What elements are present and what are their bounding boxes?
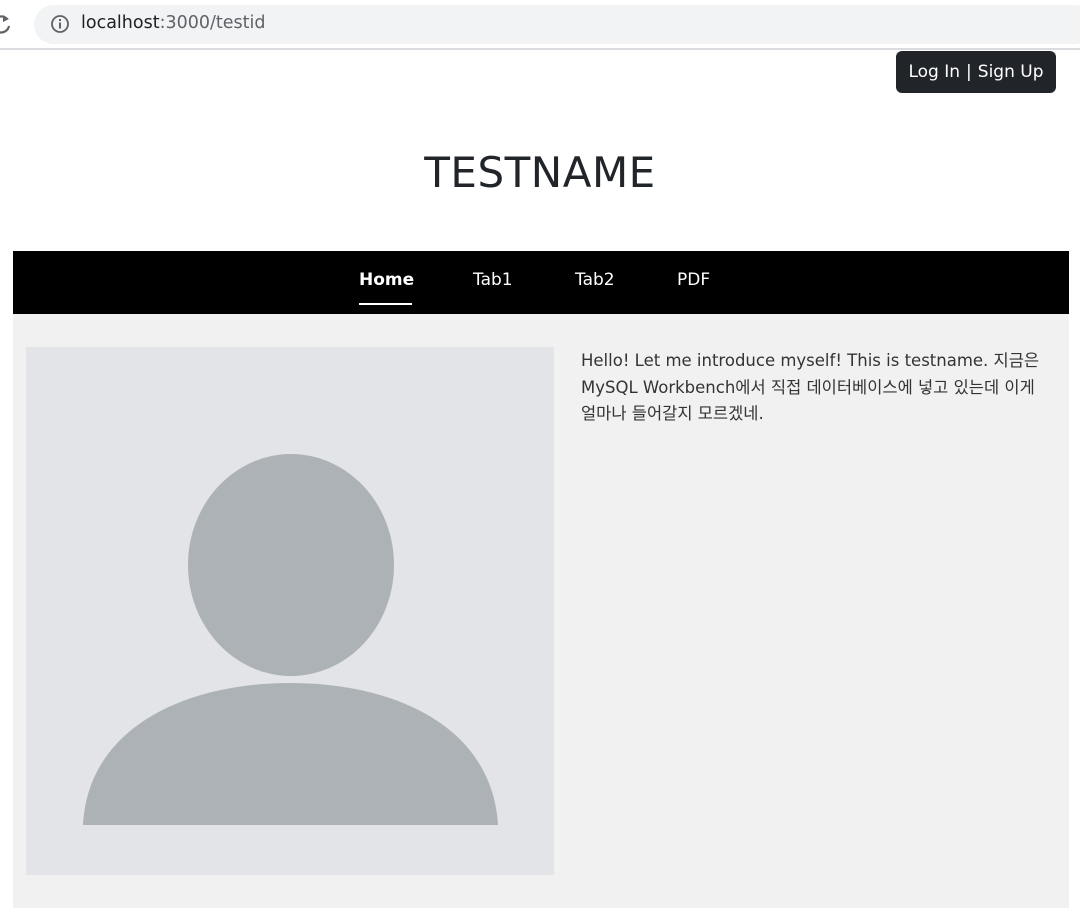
auth-separator: | (966, 62, 972, 82)
tab-tab2[interactable]: Tab2 (575, 270, 615, 290)
url-path: :3000/testid (159, 13, 266, 33)
page-title: TESTNAME (424, 148, 656, 197)
active-tab-indicator (359, 303, 412, 305)
login-signup-button[interactable]: Log In | Sign Up (896, 51, 1056, 93)
intro-text: Hello! Let me introduce myself! This is … (581, 351, 1040, 423)
avatar (26, 347, 554, 875)
tab-tab1[interactable]: Tab1 (473, 270, 513, 290)
signup-link[interactable]: Sign Up (978, 62, 1044, 82)
browser-toolbar: localhost:3000/testid (0, 0, 1080, 50)
reload-icon[interactable] (0, 13, 12, 35)
url-text[interactable]: localhost:3000/testid (81, 13, 265, 33)
url-host: localhost (81, 13, 160, 33)
info-icon[interactable] (50, 14, 70, 34)
login-link[interactable]: Log In (908, 62, 960, 82)
profile-content: Hello! Let me introduce myself! This is … (13, 314, 1069, 908)
user-placeholder-icon (83, 454, 498, 825)
tab-pdf[interactable]: PDF (677, 270, 710, 290)
tab-home[interactable]: Home (359, 270, 414, 290)
main-nav: Home Tab1 Tab2 PDF (13, 251, 1069, 314)
